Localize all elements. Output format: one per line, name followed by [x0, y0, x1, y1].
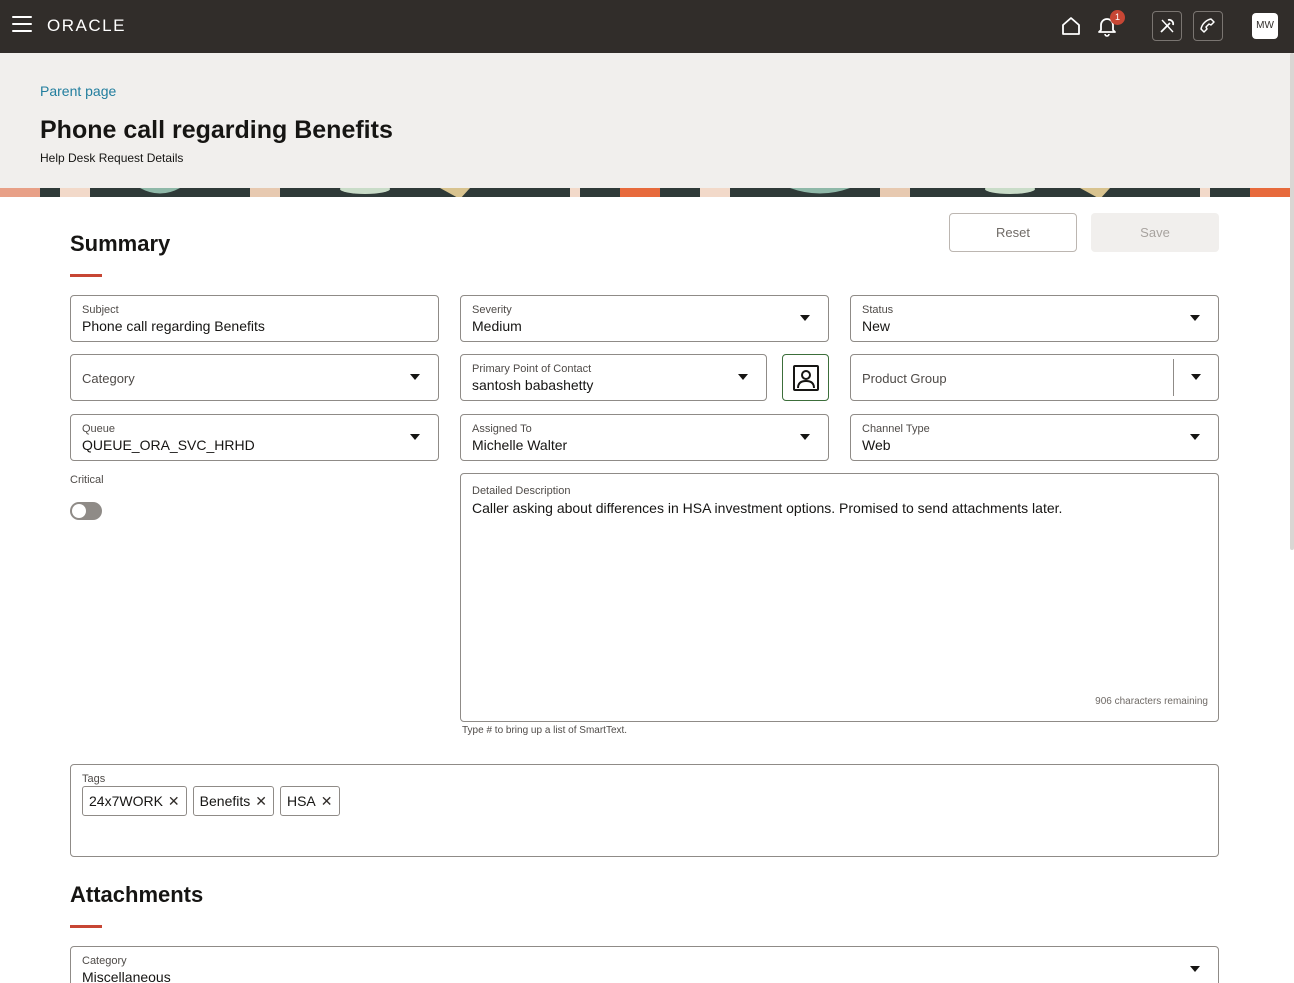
assigned-to-select[interactable]: Assigned To Michelle Walter — [460, 414, 829, 461]
channel-type-label: Channel Type — [862, 423, 930, 435]
description-label: Detailed Description — [472, 485, 571, 497]
assigned-to-value: Michelle Walter — [472, 437, 568, 453]
smarttext-hint: Type # to bring up a list of SmartText. — [462, 725, 628, 736]
page-scrollbar[interactable] — [1290, 53, 1294, 550]
queue-select[interactable]: Queue QUEUE_ORA_SVC_HRHD — [70, 414, 439, 461]
severity-label: Severity — [472, 304, 512, 316]
chevron-down-icon[interactable] — [800, 434, 810, 440]
primary-contact-value: santosh babashetty — [472, 377, 594, 393]
attachment-category-label: Category — [82, 955, 127, 967]
remove-tag-icon[interactable]: ✕ — [255, 793, 267, 810]
product-group-placeholder: Product Group — [862, 371, 947, 386]
attachments-section-title: Attachments — [70, 882, 204, 907]
product-group-select[interactable]: Product Group — [850, 354, 1219, 401]
category-select[interactable]: Category — [70, 354, 439, 401]
contact-card-icon — [792, 364, 819, 391]
status-label: Status — [862, 304, 894, 316]
chevron-down-icon[interactable] — [738, 374, 748, 380]
severity-value: Medium — [472, 318, 522, 334]
reset-button[interactable]: Reset — [949, 213, 1077, 252]
save-button[interactable]: Save — [1091, 213, 1219, 252]
notifications-bell-icon[interactable]: 1 — [1094, 10, 1125, 39]
hamburger-menu-icon[interactable] — [12, 16, 32, 34]
severity-select[interactable]: Severity Medium — [460, 295, 829, 342]
summary-section-title: Summary — [70, 231, 171, 256]
primary-contact-label: Primary Point of Contact — [472, 363, 592, 375]
queue-label: Queue — [82, 423, 116, 435]
decorative-banner — [0, 186, 1294, 197]
chevron-down-icon[interactable] — [1191, 374, 1201, 380]
chevron-down-icon[interactable] — [1190, 966, 1200, 972]
subject-label: Subject — [82, 304, 119, 316]
page-title: Phone call regarding Benefits — [40, 116, 393, 144]
assigned-to-label: Assigned To — [472, 423, 532, 435]
home-icon[interactable] — [1058, 13, 1084, 39]
tags-field[interactable]: Tags 24x7WORK ✕ Benefits ✕ HSA ✕ — [70, 764, 1219, 857]
phone-icon[interactable] — [1193, 11, 1223, 41]
subject-field[interactable]: Subject Phone call regarding Benefits — [70, 295, 439, 342]
oracle-logo: ORACLE — [47, 16, 126, 35]
contact-card-button[interactable] — [782, 354, 829, 401]
top-navigation-bar: ORACLE 1 MW — [0, 0, 1294, 53]
tag-label: Benefits — [199, 793, 251, 809]
summary-section-underline — [70, 274, 102, 277]
tag-label: 24x7WORK — [89, 793, 163, 809]
attachments-section-underline — [70, 925, 102, 928]
description-value: Caller asking about differences in HSA i… — [472, 500, 1063, 516]
tag-chips: 24x7WORK ✕ Benefits ✕ HSA ✕ — [82, 786, 340, 816]
breadcrumb-parent-link[interactable]: Parent page — [40, 83, 116, 99]
detailed-description-textarea[interactable]: Detailed Description Caller asking about… — [460, 473, 1219, 722]
status-value: New — [862, 318, 891, 334]
tag-label: HSA — [286, 793, 316, 809]
category-placeholder: Category — [82, 371, 135, 386]
tag-chip: 24x7WORK ✕ — [82, 786, 187, 816]
user-avatar[interactable]: MW — [1252, 13, 1278, 39]
notification-count-badge: 1 — [1110, 10, 1125, 25]
characters-remaining: 906 characters remaining — [1095, 696, 1208, 707]
primary-contact-select[interactable]: Primary Point of Contact santosh babashe… — [460, 354, 767, 401]
tag-chip: Benefits ✕ — [192, 786, 274, 816]
critical-toggle[interactable] — [70, 502, 102, 520]
remove-tag-icon[interactable]: ✕ — [321, 793, 333, 810]
page-subtitle: Help Desk Request Details — [40, 151, 184, 165]
attachment-category-value: Miscellaneous — [82, 969, 171, 983]
toggle-knob — [72, 504, 86, 518]
queue-value: QUEUE_ORA_SVC_HRHD — [82, 437, 255, 453]
tag-chip: HSA ✕ — [279, 786, 340, 816]
channel-type-select[interactable]: Channel Type Web — [850, 414, 1219, 461]
status-select[interactable]: Status New — [850, 295, 1219, 342]
page-header: Parent page Phone call regarding Benefit… — [0, 53, 1294, 188]
chevron-down-icon[interactable] — [410, 374, 420, 380]
channel-type-value: Web — [862, 437, 891, 453]
attachment-category-select[interactable]: Category Miscellaneous — [70, 946, 1219, 983]
critical-label: Critical — [70, 474, 104, 486]
chevron-down-icon[interactable] — [800, 315, 810, 321]
chevron-down-icon[interactable] — [410, 434, 420, 440]
product-group-divider — [1173, 359, 1174, 396]
subject-value: Phone call regarding Benefits — [82, 318, 265, 334]
tools-icon[interactable] — [1152, 11, 1182, 41]
chevron-down-icon[interactable] — [1190, 434, 1200, 440]
chevron-down-icon[interactable] — [1190, 315, 1200, 321]
remove-tag-icon[interactable]: ✕ — [168, 793, 180, 810]
tags-label: Tags — [82, 773, 106, 785]
